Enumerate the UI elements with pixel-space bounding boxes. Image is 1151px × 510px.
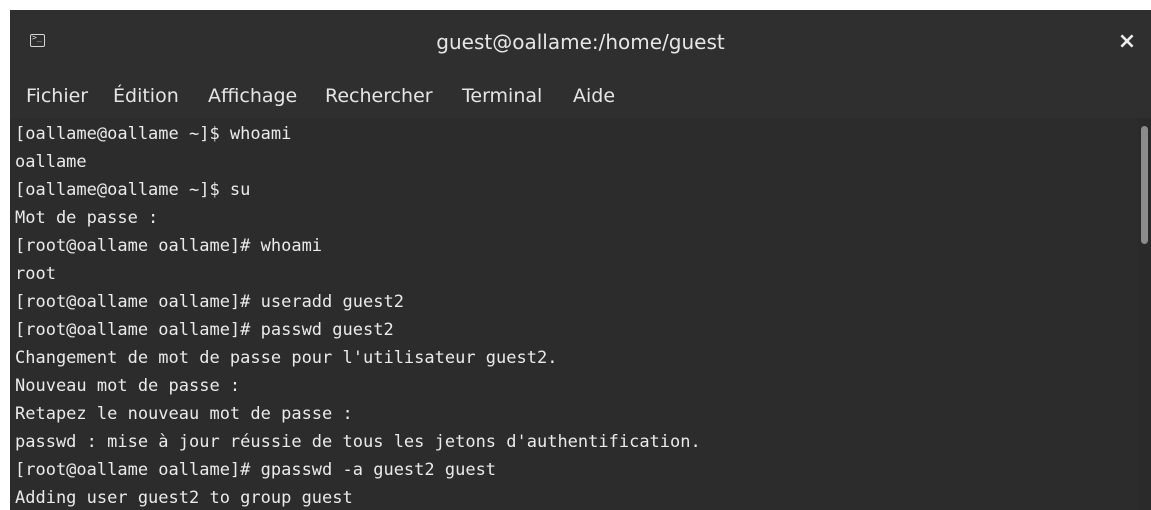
menu-affichage[interactable]: Affichage bbox=[208, 74, 297, 118]
terminal-line: Changement de mot de passe pour l'utilis… bbox=[15, 348, 558, 368]
terminal-line: passwd : mise à jour réussie de tous les… bbox=[15, 432, 701, 452]
scrollbar-thumb[interactable] bbox=[1141, 126, 1148, 244]
vertical-scrollbar[interactable] bbox=[1138, 118, 1151, 510]
terminal-window: >_ guest@oallame:/home/guest × Fichier É… bbox=[10, 10, 1151, 510]
menu-fichier[interactable]: Fichier bbox=[26, 74, 88, 118]
terminal-line: Retapez le nouveau mot de passe : bbox=[15, 404, 353, 424]
terminal-line: oallame bbox=[15, 152, 87, 172]
terminal-output[interactable]: [oallame@oallame ~]$ whoami oallame [oal… bbox=[10, 118, 1138, 510]
terminal-line: root bbox=[15, 264, 56, 284]
terminal-line: Mot de passe : bbox=[15, 208, 159, 228]
terminal-line: [oallame@oallame ~]$ whoami bbox=[15, 124, 292, 144]
terminal-line: [root@oallame oallame]# gpasswd -a guest… bbox=[15, 460, 497, 480]
menu-edition[interactable]: Édition bbox=[113, 74, 179, 118]
menu-terminal[interactable]: Terminal bbox=[462, 74, 542, 118]
terminal-line: Nouveau mot de passe : bbox=[15, 376, 241, 396]
terminal-line: [oallame@oallame ~]$ su bbox=[15, 180, 251, 200]
terminal-line: [root@oallame oallame]# passwd guest2 bbox=[15, 320, 394, 340]
menu-bar: Fichier Édition Affichage Rechercher Ter… bbox=[10, 74, 1151, 119]
menu-rechercher[interactable]: Rechercher bbox=[325, 74, 433, 118]
terminal-line: [root@oallame oallame]# whoami bbox=[15, 236, 323, 256]
terminal-line: Adding user guest2 to group guest bbox=[15, 488, 353, 508]
terminal-line: [root@oallame oallame]# useradd guest2 bbox=[15, 292, 404, 312]
window-title: guest@oallame:/home/guest bbox=[436, 30, 725, 54]
close-button[interactable]: × bbox=[1113, 28, 1141, 56]
title-bar[interactable]: >_ guest@oallame:/home/guest × bbox=[10, 10, 1151, 75]
menu-aide[interactable]: Aide bbox=[573, 74, 615, 118]
